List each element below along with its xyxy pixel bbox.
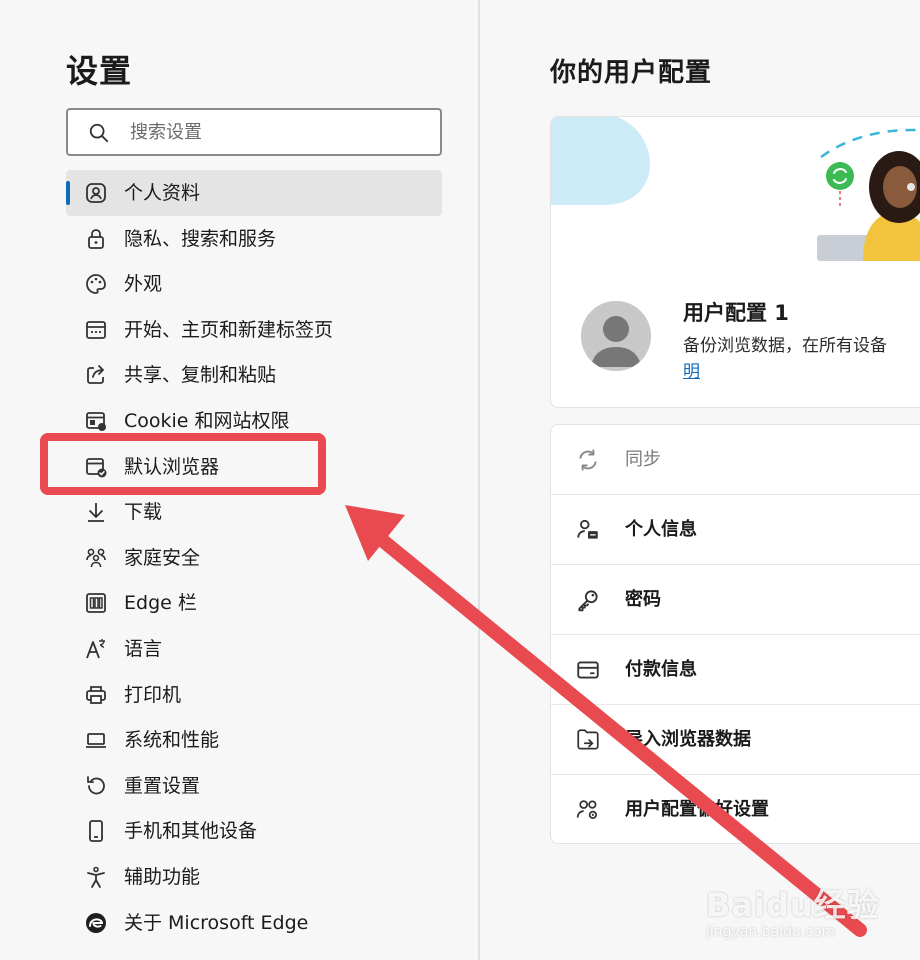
menu-item-label: 用户配置偏好设置 — [625, 799, 769, 820]
sidebar-item-label: 个人资料 — [124, 182, 201, 204]
sidebar-item-start-page[interactable]: 开始、主页和新建标签页 — [66, 307, 442, 353]
profile-settings-menu: 同步 个人信息 密码 付款信息 导入浏览器数据 用户配置偏好设置 — [550, 424, 920, 844]
search-box[interactable] — [66, 108, 442, 156]
menu-item-profile-preferences[interactable]: 用户配置偏好设置 — [551, 775, 920, 843]
site-permissions-icon — [84, 409, 108, 433]
lock-icon — [84, 227, 108, 251]
active-indicator — [66, 181, 70, 205]
edge-logo-icon — [84, 911, 108, 935]
sidebar-item-label: 开始、主页和新建标签页 — [124, 318, 334, 341]
settings-sidebar: 设置 个人资料 隐私、搜索和服务 外观 — [0, 0, 478, 960]
sidebar-item-family-safety[interactable]: 家庭安全 — [66, 535, 442, 581]
printer-icon — [84, 683, 108, 707]
sidebar-item-label: 外观 — [124, 273, 163, 296]
profile-learn-more-link[interactable]: 明 — [683, 357, 700, 382]
menu-item-sync[interactable]: 同步 — [551, 425, 920, 495]
sidebar-item-phone[interactable]: 手机和其他设备 — [66, 808, 442, 854]
sidebar-item-label: 语言 — [124, 637, 163, 660]
menu-item-label: 密码 — [625, 589, 661, 610]
personal-info-icon — [575, 517, 601, 543]
card-icon — [575, 657, 601, 683]
page-title: 你的用户配置 — [550, 58, 713, 88]
sidebar-item-privacy[interactable]: 隐私、搜索和服务 — [66, 216, 442, 262]
settings-title: 设置 — [66, 52, 133, 90]
menu-item-label: 个人信息 — [625, 519, 697, 540]
profile-banner-illustration — [551, 117, 920, 261]
menu-item-label: 同步 — [625, 449, 661, 470]
watermark-url: jingyan.baidu.com — [706, 924, 836, 940]
reset-icon — [84, 774, 108, 798]
settings-nav: 个人资料 隐私、搜索和服务 外观 开始、主页和新建标签页 共享、复制和粘贴 Co… — [66, 170, 442, 945]
avatar-placeholder-icon — [581, 301, 651, 371]
family-icon — [84, 546, 108, 570]
sidebar-item-edge-bar[interactable]: Edge 栏 — [66, 580, 442, 626]
menu-item-payment-info[interactable]: 付款信息 — [551, 635, 920, 705]
sidebar-item-share[interactable]: 共享、复制和粘贴 — [66, 352, 442, 398]
phone-icon — [84, 819, 108, 843]
sidebar-item-label: 共享、复制和粘贴 — [124, 364, 277, 387]
edge-bar-icon — [84, 591, 108, 615]
search-input[interactable] — [130, 118, 420, 146]
avatar[interactable] — [581, 301, 651, 371]
sidebar-item-profile[interactable]: 个人资料 — [66, 170, 442, 216]
sidebar-item-label: 手机和其他设备 — [124, 820, 258, 843]
language-icon — [84, 637, 108, 661]
profile-card: 用户配置 1 备份浏览数据，在所有设备 明 — [550, 116, 920, 408]
menu-item-import-browser-data[interactable]: 导入浏览器数据 — [551, 705, 920, 775]
sidebar-item-downloads[interactable]: 下载 — [66, 489, 442, 535]
sidebar-item-reset[interactable]: 重置设置 — [66, 763, 442, 809]
sidebar-item-label: 下载 — [124, 501, 163, 524]
import-icon — [575, 727, 601, 753]
profile-icon — [84, 181, 108, 205]
key-icon — [575, 587, 601, 613]
sidebar-item-label: 家庭安全 — [124, 546, 201, 569]
menu-item-passwords[interactable]: 密码 — [551, 565, 920, 635]
menu-item-personal-info[interactable]: 个人信息 — [551, 495, 920, 565]
sidebar-item-printers[interactable]: 打印机 — [66, 672, 442, 718]
sidebar-item-label: 辅助功能 — [124, 865, 201, 888]
laptop-icon — [84, 728, 108, 752]
menu-item-label: 导入浏览器数据 — [625, 729, 751, 750]
sidebar-item-label: Edge 栏 — [124, 592, 197, 615]
profile-preferences-icon — [575, 797, 601, 823]
sidebar-item-label: 打印机 — [124, 683, 182, 706]
accessibility-icon — [84, 865, 108, 889]
sidebar-item-system[interactable]: 系统和性能 — [66, 717, 442, 763]
sidebar-item-label: 默认浏览器 — [124, 455, 220, 478]
sidebar-item-label: 重置设置 — [124, 774, 201, 797]
sidebar-item-accessibility[interactable]: 辅助功能 — [66, 854, 442, 900]
start-page-icon — [84, 318, 108, 342]
watermark-brand: Baidu经验 — [706, 886, 880, 924]
sidebar-item-cookies[interactable]: Cookie 和网站权限 — [66, 398, 442, 444]
sidebar-item-label: Cookie 和网站权限 — [124, 409, 290, 432]
sidebar-item-label: 隐私、搜索和服务 — [124, 227, 277, 250]
default-browser-icon — [84, 455, 108, 479]
search-icon — [88, 122, 110, 144]
sidebar-item-label: 关于 Microsoft Edge — [124, 911, 309, 934]
sync-icon — [575, 447, 601, 473]
menu-item-label: 付款信息 — [625, 659, 697, 680]
sidebar-item-language[interactable]: 语言 — [66, 626, 442, 672]
baidu-watermark: Baidu经验 jingyan.baidu.com — [704, 880, 914, 950]
sidebar-item-default-browser[interactable]: 默认浏览器 — [66, 444, 442, 490]
profile-name: 用户配置 1 — [683, 301, 789, 325]
palette-icon — [84, 272, 108, 296]
profile-description: 备份浏览数据，在所有设备 — [683, 336, 887, 356]
sidebar-item-about[interactable]: 关于 Microsoft Edge — [66, 900, 442, 946]
panel-divider — [478, 0, 480, 960]
sidebar-item-appearance[interactable]: 外观 — [66, 261, 442, 307]
share-icon — [84, 363, 108, 387]
download-icon — [84, 500, 108, 524]
sidebar-item-label: 系统和性能 — [124, 729, 220, 752]
